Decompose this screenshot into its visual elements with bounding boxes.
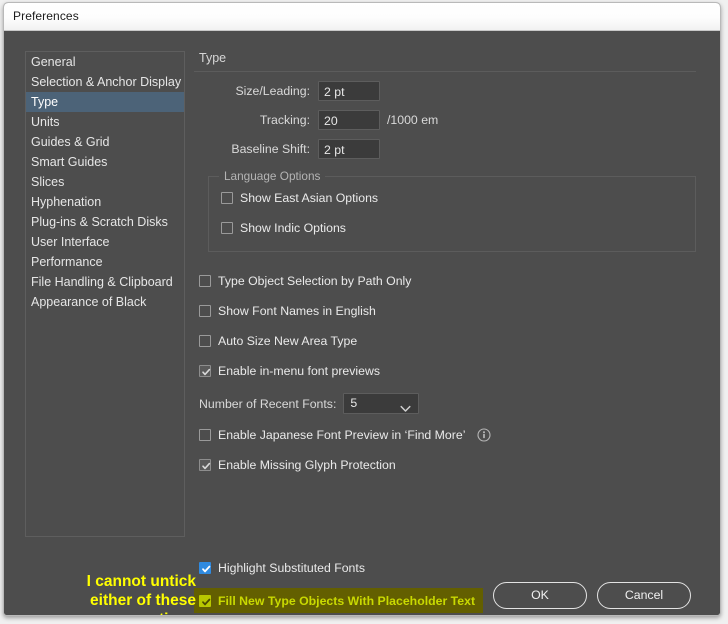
recent-fonts-select[interactable]: 5: [343, 393, 420, 414]
sidebar-item-label: Appearance of Black: [31, 295, 147, 309]
sidebar-item-label: File Handling & Clipboard: [31, 275, 173, 289]
sidebar-item-label: General: [31, 55, 76, 69]
checkbox-show-indic-options[interactable]: [221, 221, 233, 234]
annotation-line-2: either of these: [90, 592, 196, 609]
sidebar-item-label: Slices: [31, 175, 65, 189]
checkbox-row-enable-missing-glyph-protection[interactable]: Enable Missing Glyph Protection: [199, 455, 706, 474]
locked-options-group: Highlight Substituted Fonts Fill New Typ…: [194, 547, 493, 615]
sidebar-item-file-handling-clipboard[interactable]: File Handling & Clipboard: [26, 272, 184, 292]
checkbox-show-east-asian-options[interactable]: [221, 191, 233, 204]
checkbox-label: Enable Japanese Font Preview in ‘Find Mo…: [218, 427, 466, 442]
checkbox-row-enable-in-menu-font-previews[interactable]: Enable in-menu font previews: [199, 361, 706, 380]
language-options-title: Language Options: [219, 169, 326, 183]
sidebar-item-label: Smart Guides: [31, 155, 108, 169]
sidebar-item-label: User Interface: [31, 235, 110, 249]
checkmark-icon: [201, 561, 211, 572]
sidebar-item-label: Performance: [31, 255, 103, 269]
preferences-dialog: Preferences General Selection & Anchor D…: [3, 2, 721, 616]
highlighted-row-wrapper-placeholder-text: Fill New Type Objects With Placeholder T…: [194, 577, 493, 613]
checkbox-label: Highlight Substituted Fonts: [218, 560, 365, 575]
checkbox-fill-new-type-objects-with-placeholder-text[interactable]: [199, 594, 211, 607]
sidebar-item-label: Plug-ins & Scratch Disks: [31, 215, 168, 229]
checkbox-enable-in-menu-font-previews[interactable]: [199, 364, 211, 377]
checkbox-label: Type Object Selection by Path Only: [218, 273, 412, 288]
type-preferences-panel: Type Size/Leading: 2 pt Tracking: 20 /10…: [194, 51, 706, 613]
sidebar-item-guides-grid[interactable]: Guides & Grid: [26, 132, 184, 152]
size-leading-row: Size/Leading: 2 pt: [194, 81, 706, 101]
checkbox-enable-missing-glyph-protection[interactable]: [199, 458, 211, 471]
annotation-line-1: I cannot untick: [86, 573, 196, 590]
sidebar-item-hyphenation[interactable]: Hyphenation: [26, 192, 184, 212]
sidebar-item-performance[interactable]: Performance: [26, 252, 184, 272]
sidebar-item-slices[interactable]: Slices: [26, 172, 184, 192]
checkbox-label: Fill New Type Objects With Placeholder T…: [218, 593, 476, 608]
checkbox-type-object-selection-by-path-only[interactable]: [199, 274, 211, 287]
title-bar: Preferences: [4, 3, 720, 31]
page-title: Type: [199, 51, 227, 65]
highlighted-row-wrapper-character-alternates: Show Character Alternates: [199, 613, 493, 615]
sidebar-item-type[interactable]: Type: [26, 92, 184, 112]
recent-fonts-value: 5: [350, 396, 358, 410]
annotation-overlay: I cannot untick either of these options: [12, 572, 196, 615]
tracking-unit-label: /1000 em: [387, 113, 439, 127]
annotation-line-3: options: [12, 610, 196, 615]
checkmark-icon: [201, 364, 211, 375]
checkbox-row-show-east-asian-options[interactable]: Show East Asian Options: [221, 188, 695, 207]
baseline-shift-input[interactable]: 2 pt: [318, 139, 380, 159]
sidebar-item-plugins-scratch-disks[interactable]: Plug-ins & Scratch Disks: [26, 212, 184, 232]
chevron-down-icon: [400, 400, 411, 418]
baseline-shift-label: Baseline Shift:: [231, 142, 310, 156]
checkbox-row-type-object-selection-by-path-only[interactable]: Type Object Selection by Path Only: [199, 271, 706, 290]
sidebar-item-units[interactable]: Units: [26, 112, 184, 132]
checkbox-row-fill-new-type-objects-with-placeholder-text[interactable]: Fill New Type Objects With Placeholder T…: [194, 588, 484, 613]
dialog-body: General Selection & Anchor Display Type …: [4, 31, 720, 615]
checkbox-highlight-substituted-fonts[interactable]: [199, 561, 211, 574]
sidebar-item-general[interactable]: General: [26, 52, 184, 72]
recent-fonts-label: Number of Recent Fonts:: [199, 396, 337, 411]
checkbox-label: Show Font Names in English: [218, 303, 376, 318]
sidebar-item-smart-guides[interactable]: Smart Guides: [26, 152, 184, 172]
tracking-row: Tracking: 20 /1000 em: [194, 110, 706, 130]
checkbox-row-show-font-names-in-english[interactable]: Show Font Names in English: [199, 301, 706, 320]
checkbox-enable-japanese-font-preview[interactable]: [199, 428, 211, 441]
heading-divider: [194, 71, 696, 72]
window-title: Preferences: [13, 9, 79, 23]
sidebar-item-selection-anchor-display[interactable]: Selection & Anchor Display: [26, 72, 184, 92]
checkbox-row-enable-japanese-font-preview[interactable]: Enable Japanese Font Preview in ‘Find Mo…: [199, 425, 706, 444]
checkbox-label: Show East Asian Options: [240, 190, 379, 205]
info-icon[interactable]: [477, 427, 491, 442]
checkmark-icon: [201, 594, 211, 605]
language-options-group: Language Options Show East Asian Options…: [208, 169, 696, 252]
checkbox-label: Show Indic Options: [240, 220, 346, 235]
size-leading-label: Size/Leading:: [235, 84, 310, 98]
checkbox-label: Auto Size New Area Type: [218, 333, 358, 348]
size-leading-input[interactable]: 2 pt: [318, 81, 380, 101]
sidebar-item-label: Type: [31, 95, 59, 109]
ok-button[interactable]: OK: [493, 582, 587, 609]
sidebar-item-user-interface[interactable]: User Interface: [26, 232, 184, 252]
checkbox-show-font-names-in-english[interactable]: [199, 304, 211, 317]
checkbox-row-show-indic-options[interactable]: Show Indic Options: [221, 218, 695, 237]
checkbox-auto-size-new-area-type[interactable]: [199, 334, 211, 347]
sidebar-item-label: Units: [31, 115, 60, 129]
sidebar-item-label: Selection & Anchor Display: [31, 75, 182, 89]
tracking-label: Tracking:: [259, 113, 310, 127]
checkmark-icon: [201, 458, 211, 469]
checkbox-row-highlight-substituted-fonts[interactable]: Highlight Substituted Fonts: [199, 558, 493, 577]
checkbox-label: Enable in-menu font previews: [218, 363, 380, 378]
baseline-shift-row: Baseline Shift: 2 pt: [194, 139, 706, 159]
checkbox-row-auto-size-new-area-type[interactable]: Auto Size New Area Type: [199, 331, 706, 350]
preferences-category-list[interactable]: General Selection & Anchor Display Type …: [25, 51, 185, 537]
cancel-button[interactable]: Cancel: [597, 582, 691, 609]
recent-fonts-row: Number of Recent Fonts: 5: [199, 393, 706, 414]
tracking-input[interactable]: 20: [318, 110, 380, 130]
sidebar-item-label: Guides & Grid: [31, 135, 110, 149]
type-options-group: Type Object Selection by Path Only Show …: [199, 271, 706, 474]
checkbox-label: Enable Missing Glyph Protection: [218, 457, 396, 472]
sidebar-item-label: Hyphenation: [31, 195, 102, 209]
sidebar-item-appearance-of-black[interactable]: Appearance of Black: [26, 292, 184, 312]
dialog-footer: OK Cancel: [493, 582, 691, 609]
